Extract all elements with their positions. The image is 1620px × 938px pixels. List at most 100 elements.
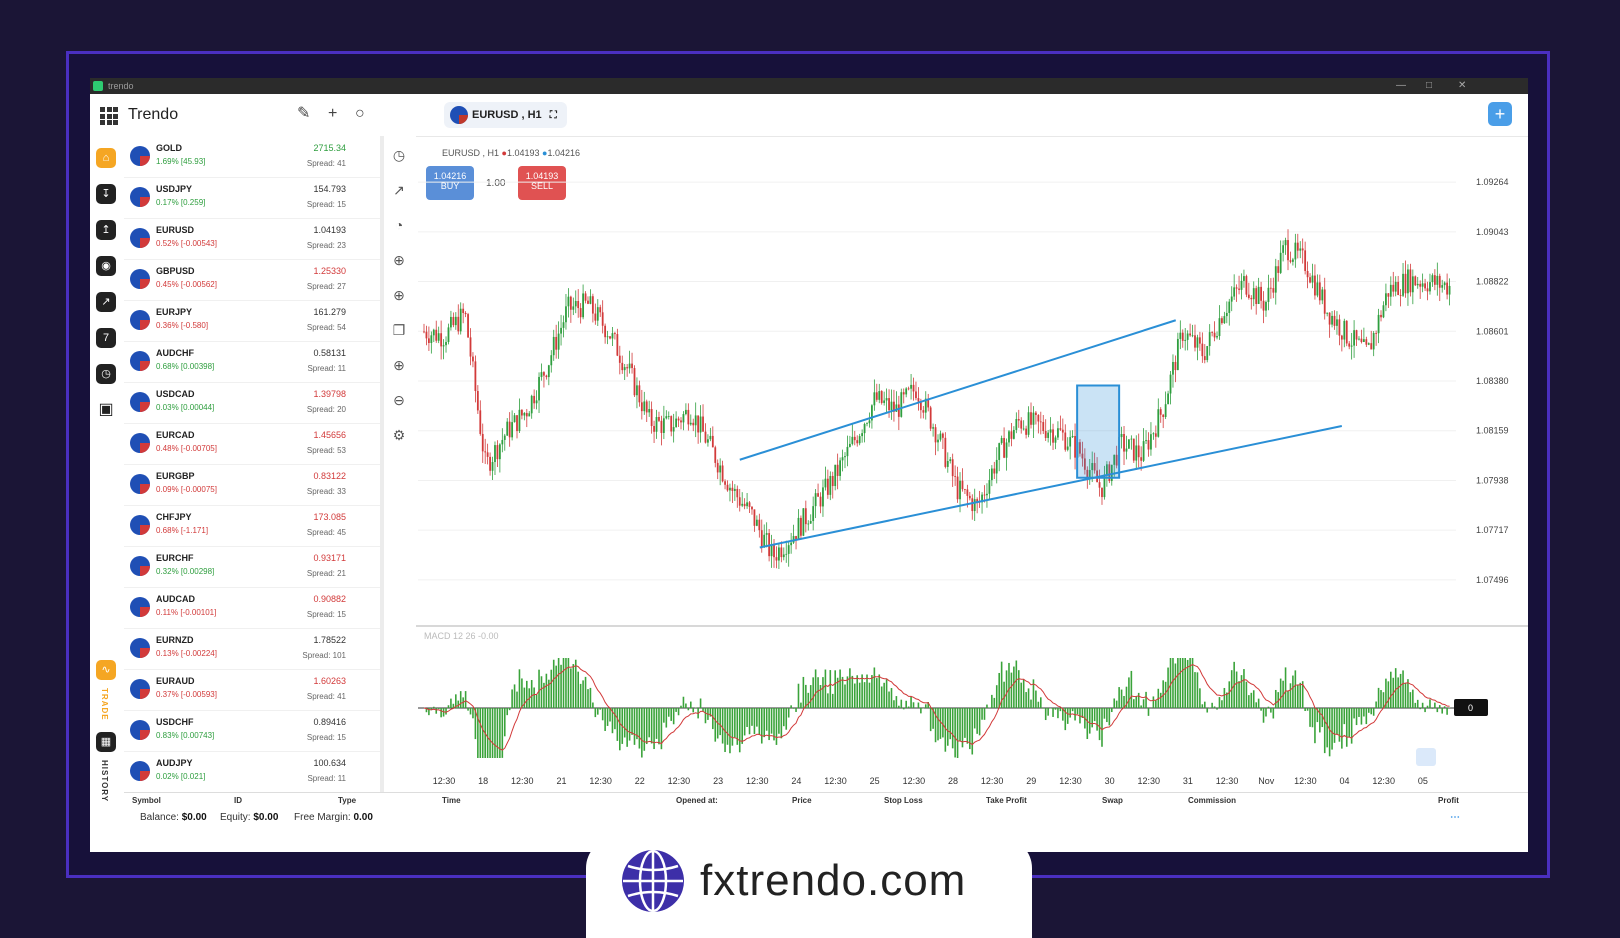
apps-grid-icon[interactable] [100,107,118,125]
column-header[interactable]: Stop Loss [884,796,923,805]
watchlist-row-eurcad[interactable]: EURCAD 0.48% [-0.00705] 1.45656 Spread: 53 [124,423,380,465]
watchlist-row-eurusd[interactable]: EURUSD 0.52% [-0.00543] 1.04193 Spread: 23 [124,218,380,260]
clock-icon[interactable]: ◷ [390,146,408,164]
watchlist-spread: Spread: 41 [306,692,346,701]
price-chart[interactable]: 1.09264 1.09043 1.08822 1.08601 1.08380 1.081… [416,136,1528,796]
candle-body [650,409,653,427]
draw-line-icon[interactable]: ↗ [390,181,408,199]
watchlist-row-gbpusd[interactable]: GBPUSD 0.45% [-0.00562] 1.25330 Spread: 27 [124,259,380,301]
watchlist-row-eurjpy[interactable]: EURJPY 0.36% [-0.580] 161.279 Spread: 54 [124,300,380,342]
candle-body [491,462,494,471]
fullscreen-icon[interactable]: ⛶ [550,110,557,121]
candle-body [1301,248,1304,251]
column-header[interactable]: Commission [1188,796,1236,805]
crosshair-icon[interactable]: ⊕ [390,251,408,269]
column-header[interactable]: Type [338,796,356,805]
calendar-7-icon[interactable]: 7 [96,328,116,348]
signal-icon[interactable]: ◉ [96,256,116,276]
x-tick-label: 12:30 [1372,776,1395,786]
watchlist-row-usdcad[interactable]: USDCAD 0.03% [0.00044] 1.39798 Spread: 20 [124,382,380,424]
candle-body [1235,287,1238,289]
candle-body [440,333,443,347]
gift-icon[interactable]: ▣ [96,400,116,420]
watchlist-row-gold[interactable]: GOLD 1.69% [45.93] 2715.34 Spread: 41 [124,136,380,178]
history-clock-icon[interactable]: ◷ [96,364,116,384]
candle-body [503,435,506,440]
candle-body [844,456,846,458]
home-icon[interactable]: ⌂ [96,148,116,168]
trade-icon[interactable]: ∿ [96,660,116,680]
trade-label[interactable]: TRADE [100,688,109,721]
column-header[interactable]: Time [442,796,461,805]
symbol-tab[interactable]: EURUSD , H1 ⛶ [444,102,567,128]
candle-body [516,415,518,432]
candle-body [951,459,954,477]
analytics-icon[interactable]: ↗ [96,292,116,312]
candle-body [1321,289,1324,301]
candle-body [667,416,670,417]
close-icon[interactable]: ✕ [1458,78,1466,94]
deposit-icon[interactable]: ↧ [96,184,116,204]
candle-body [878,391,881,400]
more-icon[interactable]: ⋯ [1450,812,1460,823]
candle-body [1407,269,1409,294]
candle-body [614,333,616,335]
chat-icon[interactable]: ○ [355,105,365,123]
candle-body [1216,336,1218,338]
column-header[interactable]: ID [234,796,242,805]
watchlist-row-usdchf[interactable]: USDCHF 0.83% [0.00743] 0.89416 Spread: 15 [124,710,380,752]
candle-body [873,392,876,406]
history-calendar-icon[interactable]: ▦ [96,732,116,752]
column-header[interactable]: Take Profit [986,796,1027,805]
column-header[interactable]: Opened at: [676,796,718,805]
candle-body [442,345,445,347]
watchlist-change: 0.11% [-0.00101] [156,608,217,617]
withdraw-icon[interactable]: ↥ [96,220,116,240]
x-tick-label: 12:30 [746,776,769,786]
settings-icon[interactable]: ⚙ [390,426,408,444]
add-indicator-icon[interactable]: ⊕ [390,286,408,304]
column-header[interactable]: Profit [1438,796,1459,805]
watchlist-row-audchf[interactable]: AUDCHF 0.68% [0.00398] 0.58131 Spread: 11 [124,341,380,383]
candle-body [601,312,604,326]
candle-body [459,308,462,332]
zoom-out-icon[interactable]: ⊖ [390,391,408,409]
candle-body [868,420,871,424]
x-tick-label: 12:30 [1294,776,1317,786]
candle-body [1416,283,1419,286]
candle-body [915,391,917,399]
pencil-icon[interactable]: ✎ [297,105,310,123]
watchlist-row-usdjpy[interactable]: USDJPY 0.17% [0.259] 154.793 Spread: 15 [124,177,380,219]
candle-body [831,475,834,487]
watchlist-row-eurnzd[interactable]: EURNZD 0.13% [-0.00224] 1.78522 Spread: 101 [124,628,380,670]
column-header[interactable]: Symbol [132,796,161,805]
candle-body [907,388,910,390]
add-icon[interactable]: + [328,105,337,123]
zoom-in-icon[interactable]: ⊕ [390,356,408,374]
history-label[interactable]: HISTORY [100,760,109,802]
candle-body [988,480,991,494]
maximize-icon[interactable]: □ [1426,78,1432,94]
watchlist-row-chfjpy[interactable]: CHFJPY 0.68% [-1.171] 173.085 Spread: 45 [124,505,380,547]
candle-body [1446,282,1449,295]
watchlist-row-audjpy[interactable]: AUDJPY 0.02% [0.021] 100.634 Spread: 11 [124,751,380,793]
candle-body [809,521,812,524]
pie-icon[interactable]: ◔ [390,216,408,234]
watchlist-row-audcad[interactable]: AUDCAD 0.11% [-0.00101] 0.90882 Spread: 15 [124,587,380,629]
watchlist-row-eurgbp[interactable]: EURGBP 0.09% [-0.00075] 0.83122 Spread: 33 [124,464,380,506]
macd-value: 0 [1468,703,1473,713]
candle-body [697,415,700,433]
column-header[interactable]: Price [792,796,812,805]
minimize-icon[interactable]: — [1396,78,1406,94]
new-tab-button[interactable]: + [1488,102,1512,126]
candle-body [1150,434,1152,450]
candle-body [1343,320,1346,340]
candle-body [743,503,746,507]
watchlist-row-eurchf[interactable]: EURCHF 0.32% [0.00298] 0.93171 Spread: 21 [124,546,380,588]
candle-body [1032,412,1035,425]
layers-icon[interactable]: ❐ [390,321,408,339]
watchlist-row-euraud[interactable]: EURAUD 0.37% [-0.00593] 1.60263 Spread: 41 [124,669,380,711]
column-header[interactable]: Swap [1102,796,1123,805]
watchlist-change: 0.32% [0.00298] [156,567,215,576]
candle-body [741,503,744,506]
